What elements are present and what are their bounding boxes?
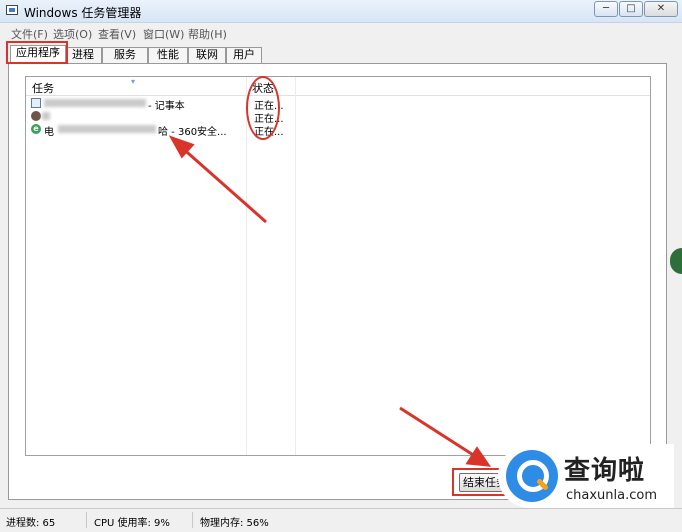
- column-header-status[interactable]: 状态: [252, 80, 274, 96]
- list-item[interactable]: e 电 哈 - 360安全... 正在...: [28, 123, 628, 138]
- memory-usage: 物理内存: 56%: [200, 518, 269, 529]
- applications-panel: 任务 ▾ 状态 - 记事本 正在... 正在... e 电 哈 - 360安全.…: [8, 63, 667, 500]
- sort-indicator-icon: ▾: [131, 77, 136, 86]
- watermark-text-en: chaxunla.com: [566, 488, 657, 503]
- task-list[interactable]: 任务 ▾ 状态 - 记事本 正在... 正在... e 电 哈 - 360安全.…: [25, 76, 651, 456]
- menu-bar: 文件(F) 选项(O) 查看(V) 窗口(W) 帮助(H): [0, 23, 682, 41]
- tab-services[interactable]: 服务: [102, 47, 148, 63]
- magnifier-logo-icon: [506, 450, 558, 502]
- task-name-prefix: 电: [44, 127, 54, 138]
- avatar-icon: [31, 111, 41, 121]
- side-edge-decoration: [670, 248, 682, 274]
- minimize-button[interactable]: ─: [594, 1, 618, 17]
- tab-networking[interactable]: 联网: [188, 47, 226, 63]
- list-header: 任务 ▾ 状态: [26, 77, 650, 96]
- maximize-button[interactable]: □: [619, 1, 643, 17]
- watermark-text-cn: 查询啦: [564, 456, 646, 486]
- column-header-task[interactable]: 任务: [32, 80, 54, 96]
- menu-view[interactable]: 查看(V): [98, 26, 136, 42]
- task-manager-icon: [6, 5, 18, 15]
- cpu-usage: CPU 使用率: 9%: [94, 518, 170, 529]
- task-status: 正在...: [254, 127, 284, 138]
- close-button[interactable]: ✕: [644, 1, 678, 17]
- tab-users[interactable]: 用户: [226, 47, 262, 63]
- blurred-text: [44, 99, 146, 107]
- blurred-text: [58, 125, 156, 133]
- process-count: 进程数: 65: [6, 518, 56, 529]
- tab-applications[interactable]: 应用程序: [10, 45, 66, 64]
- menu-help[interactable]: 帮助(H): [188, 26, 227, 42]
- tab-strip: 应用程序 进程 服务 性能 联网 用户: [8, 45, 668, 64]
- menu-window[interactable]: 窗口(W): [143, 26, 184, 42]
- task-manager-window: Windows 任务管理器 ─ □ ✕ 文件(F) 选项(O) 查看(V) 窗口…: [0, 0, 682, 532]
- list-item[interactable]: 正在...: [28, 110, 628, 125]
- window-title: Windows 任务管理器: [24, 6, 142, 20]
- browser-360-icon: e: [31, 124, 41, 134]
- status-bar: 进程数: 65 CPU 使用率: 9% 物理内存: 56%: [0, 508, 682, 532]
- tab-processes[interactable]: 进程: [64, 47, 102, 63]
- menu-file[interactable]: 文件(F): [11, 26, 48, 42]
- menu-options[interactable]: 选项(O): [53, 26, 92, 42]
- status-divider: [86, 512, 87, 528]
- title-bar: Windows 任务管理器 ─ □ ✕: [0, 0, 682, 23]
- list-item[interactable]: - 记事本 正在...: [28, 97, 628, 112]
- status-divider: [192, 512, 193, 528]
- blurred-text: [42, 112, 50, 120]
- task-name: 哈 - 360安全...: [158, 127, 227, 138]
- watermark-logo: 查询啦 chaxunla.com: [498, 444, 674, 508]
- tab-performance[interactable]: 性能: [148, 47, 188, 63]
- notepad-icon: [31, 98, 41, 108]
